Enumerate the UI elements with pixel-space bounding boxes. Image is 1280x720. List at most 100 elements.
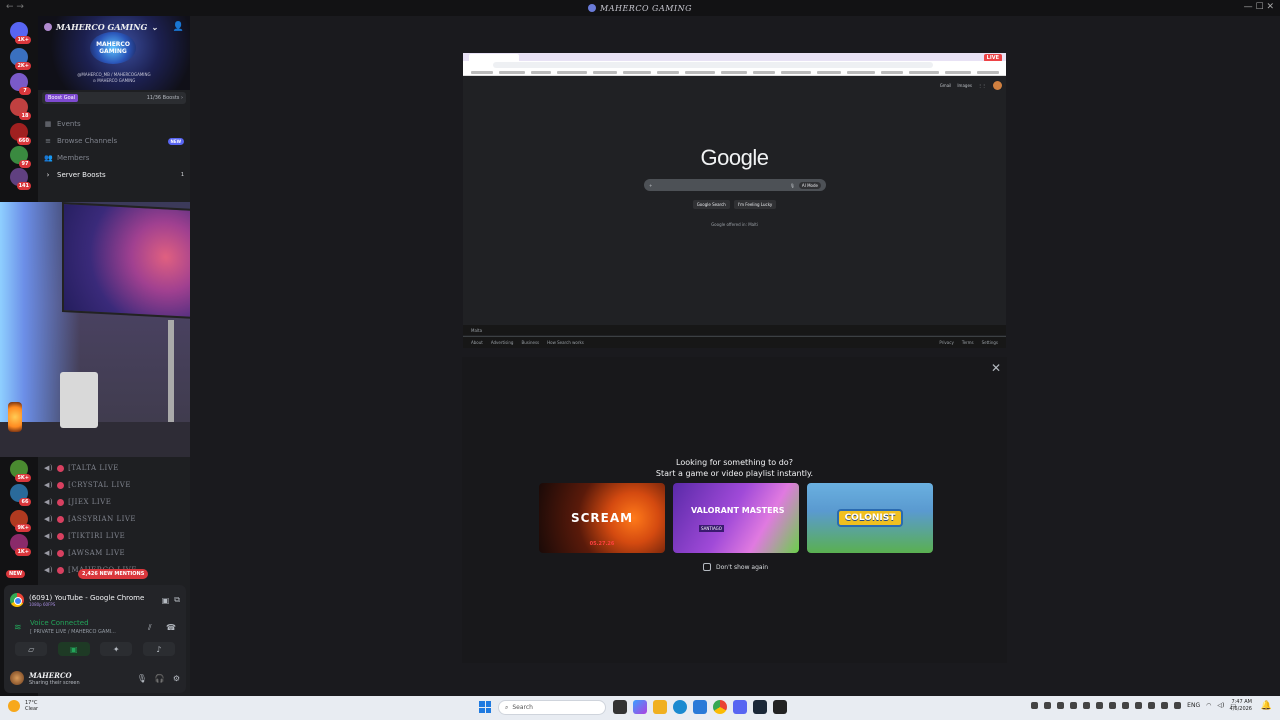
voice-location[interactable]: [ PRIVATE LIVE / MAHERCO GAMI... <box>30 629 116 635</box>
volume-icon[interactable]: ◁) <box>1217 702 1224 709</box>
unread-badge: 66 <box>19 498 31 506</box>
server-icon[interactable]: 660 <box>10 123 31 145</box>
card-title: SCREAM <box>570 511 634 525</box>
voice-channel[interactable]: ◀) [CRYSTAL LIVE <box>44 478 184 492</box>
browser-omnibox <box>493 62 933 68</box>
wifi-icon[interactable]: ◠ <box>1206 702 1211 709</box>
server-icon[interactable]: 97 <box>10 146 31 168</box>
gear-icon[interactable]: ⚙ <box>173 674 180 683</box>
voice-connected[interactable]: Voice Connected <box>30 619 89 627</box>
chrome-icon <box>10 593 24 607</box>
new-mentions-pill[interactable]: 2,426 NEW MENTIONS <box>78 569 149 579</box>
tray-icon[interactable] <box>1070 702 1078 709</box>
voice-controls: ▱ ▣ ✦ ♪ <box>10 641 180 657</box>
tray-icon[interactable] <box>1109 702 1117 709</box>
voice-channel-label: [TIKTIRI LIVE <box>68 532 126 540</box>
live-dot-icon <box>57 566 65 574</box>
windows-start-icon[interactable] <box>479 701 491 713</box>
card-subtitle: SANTIAGO <box>699 525 724 532</box>
store-icon[interactable] <box>693 700 707 714</box>
server-icon[interactable]: 18 <box>10 98 31 120</box>
user-info[interactable]: MAHERCO Sharing their screen 🎙 🎧 ⚙ <box>10 667 180 689</box>
server-icon[interactable]: 7 <box>10 73 31 95</box>
server-name[interactable]: MAHERCO GAMING ⌄ <box>44 22 158 32</box>
voice-channel[interactable]: ◀) [AWSAM LIVE <box>44 546 184 560</box>
screen-share-icon[interactable]: ▣ <box>57 642 90 656</box>
soundboard-icon[interactable]: ♪ <box>142 642 175 656</box>
voice-channel[interactable]: ◀) [TALTA LIVE <box>44 461 184 475</box>
bookmark <box>847 71 875 74</box>
tray-icon[interactable] <box>1083 702 1091 709</box>
clock[interactable]: 7:47 AM 4/6/2026 <box>1230 699 1252 713</box>
activity-card-scream[interactable]: SCREAM 05.27.26 <box>539 483 665 553</box>
stream-preview[interactable]: (6091) YouTube - Google Chrome 1080p 60F… <box>10 591 180 609</box>
task-view-icon[interactable] <box>613 700 627 714</box>
bookmark <box>557 71 587 74</box>
language-indicator[interactable]: ENG <box>1187 702 1200 709</box>
bookmark <box>531 71 551 74</box>
new-pill[interactable]: NEW <box>6 570 26 578</box>
tray-icon[interactable] <box>1044 702 1052 709</box>
voice-channel[interactable]: ◀) [JIEX LIVE <box>44 495 184 509</box>
server-icon[interactable]: 141 <box>10 168 31 190</box>
voice-channel[interactable]: ◀) [ASSYRIAN LIVE <box>44 512 184 526</box>
notification-icon[interactable]: 🔔 <box>1261 701 1272 711</box>
avatar[interactable] <box>10 671 24 685</box>
channel-members[interactable]: 👥 Members <box>44 151 184 165</box>
channel-events[interactable]: ▦ Events <box>44 117 184 131</box>
channel-server-boosts[interactable]: › Server Boosts 1 <box>44 168 184 182</box>
checkbox-icon[interactable] <box>703 563 711 571</box>
banner-logo-line1: MAHERCO <box>96 41 130 48</box>
tray-icon[interactable] <box>1135 702 1143 709</box>
server-icon[interactable]: 9K+ <box>10 510 31 532</box>
app-icon[interactable] <box>773 700 787 714</box>
close-icon[interactable]: ✕ <box>991 361 1001 375</box>
server-icon[interactable]: 2K+ <box>10 48 31 70</box>
invite-people-icon[interactable]: 👤 <box>173 22 184 32</box>
google-footer-country: Malta <box>463 325 1006 335</box>
file-explorer-icon[interactable] <box>653 700 667 714</box>
channel-browse[interactable]: ≡ Browse Channels NEW <box>44 134 184 148</box>
voice-channel[interactable]: ◀) [TIKTIRI LIVE <box>44 529 184 543</box>
dont-show-again-checkbox[interactable]: Don't show again <box>703 563 768 571</box>
google-top-links: Gmail Images ⋮⋮ <box>940 83 986 88</box>
window-controls[interactable]: — ☐ ✕ <box>1244 2 1274 12</box>
boost-goal-bar[interactable]: Boost Goal 11/36 Boosts › <box>42 92 186 104</box>
unread-badge: 141 <box>16 182 31 190</box>
tray-icon[interactable] <box>1174 702 1182 709</box>
weather-widget[interactable]: 17°C Clear <box>8 700 38 712</box>
edge-icon[interactable] <box>673 700 687 714</box>
live-dot-icon <box>57 464 65 472</box>
tray-icon[interactable] <box>1057 702 1065 709</box>
copilot-icon[interactable] <box>633 700 647 714</box>
server-icon[interactable]: 5K+ <box>10 460 31 482</box>
nav-arrows[interactable]: ← → <box>6 2 24 12</box>
screen-share-view[interactable]: LIVE Gmail Images ⋮⋮ Google + 🎙 AI Mode … <box>463 53 1006 348</box>
tray-icon[interactable] <box>1031 702 1039 709</box>
chrome-taskbar-icon[interactable] <box>713 700 727 714</box>
camera-icon[interactable]: ▱ <box>15 642 48 656</box>
steam-icon[interactable] <box>753 700 767 714</box>
popout-icon[interactable]: ⧉ <box>174 595 180 605</box>
voice-channel-label: [AWSAM LIVE <box>68 549 126 557</box>
headphones-icon[interactable]: 🎧 <box>155 674 165 683</box>
activity-card-colonist[interactable]: COLONIST <box>807 483 933 553</box>
unread-badge: 660 <box>16 137 31 145</box>
taskbar-search[interactable]: ⌕ Search <box>498 700 606 715</box>
signal-icon[interactable]: ≋ <box>14 623 22 633</box>
microphone-icon[interactable]: 🎙 <box>137 674 147 683</box>
server-icon[interactable]: 66 <box>10 484 31 506</box>
activity-card-valorant[interactable]: VALORANT MASTERS SANTIAGO <box>673 483 799 553</box>
tray-icon[interactable] <box>1096 702 1104 709</box>
server-logo-icon <box>588 4 597 12</box>
tray-icon[interactable] <box>1161 702 1169 709</box>
activities-icon[interactable]: ✦ <box>100 642 133 656</box>
stream-settings-icon[interactable]: ▣ <box>162 596 170 605</box>
discord-icon[interactable] <box>733 700 747 714</box>
noise-suppression-icon[interactable]: ⫽ <box>148 623 152 633</box>
server-icon[interactable]: 1K+ <box>10 534 31 556</box>
tray-icon[interactable] <box>1122 702 1130 709</box>
home-icon[interactable]: 1K+ <box>10 22 31 44</box>
disconnect-icon[interactable]: ☎ <box>166 623 176 632</box>
tray-icon[interactable] <box>1148 702 1156 709</box>
